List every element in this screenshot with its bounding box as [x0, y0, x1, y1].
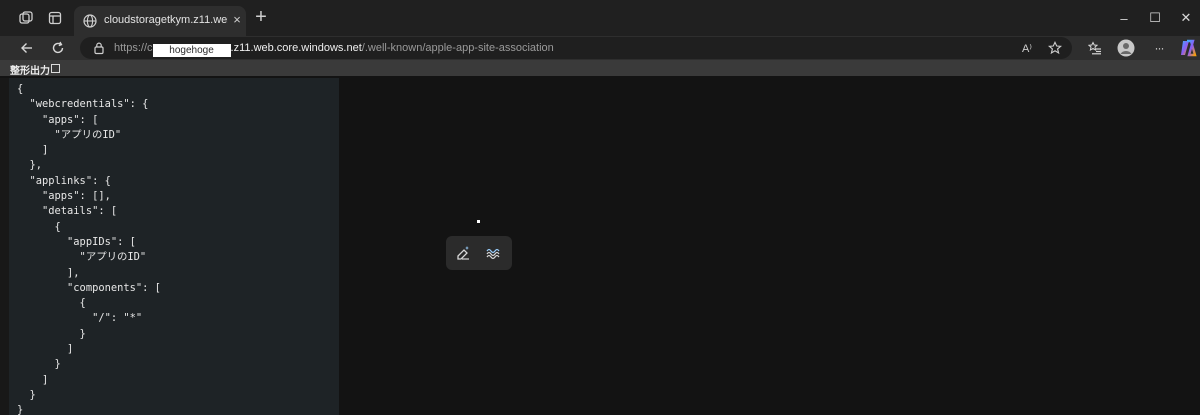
page-gutter: [0, 78, 9, 415]
pretty-print-bar: 整形出力: [0, 60, 1200, 77]
json-line: }: [17, 404, 24, 415]
active-tab[interactable]: cloudstoragetkym.z11.web.core.w ×: [74, 6, 246, 36]
visual-search-icon[interactable]: [484, 244, 502, 262]
json-line: {: [17, 297, 86, 310]
favorites-icon[interactable]: [1085, 38, 1105, 58]
lock-icon[interactable]: [92, 41, 106, 55]
json-line: "アプリのID": [17, 128, 122, 141]
new-tab-button[interactable]: +: [252, 7, 270, 27]
json-line: ]: [17, 373, 49, 386]
tab-close-button[interactable]: ×: [230, 12, 244, 28]
tab-title: cloudstoragetkym.z11.web.core.w: [104, 14, 228, 26]
cursor-marker: [477, 220, 480, 223]
pretty-print-checkbox[interactable]: [51, 64, 60, 73]
url-host: .z11.web.core.windows.net: [230, 42, 362, 54]
json-line: "webcredentials": {: [17, 98, 149, 111]
address-bar[interactable]: https://c hogehoge .z11.web.core.windows.n…: [80, 37, 1072, 59]
read-aloud-icon[interactable]: A⁾: [1018, 39, 1036, 57]
profile-icon[interactable]: [1116, 38, 1136, 58]
workspaces-icon[interactable]: [17, 9, 35, 27]
json-line: "apps": [: [17, 113, 99, 126]
navigation-bar: https://c hogehoge .z11.web.core.windows.n…: [0, 36, 1200, 60]
tab-actions-icon[interactable]: [46, 9, 64, 27]
pretty-print-label: 整形出力: [10, 66, 50, 77]
json-line: ],: [17, 266, 80, 279]
json-line: "components": [: [17, 281, 161, 294]
json-line: "applinks": {: [17, 174, 111, 187]
url-redacted: hogehoge: [152, 44, 231, 57]
url-path: /.well-known/apple-app-site-association: [361, 42, 554, 54]
copilot-icon[interactable]: [1178, 38, 1198, 58]
json-line: }: [17, 388, 36, 401]
json-line: },: [17, 159, 43, 172]
minimize-button[interactable]: –: [1114, 9, 1134, 27]
json-line: ]: [17, 144, 49, 157]
back-arrow-icon[interactable]: [17, 38, 37, 58]
json-line: }: [17, 327, 86, 340]
json-line: "apps": [],: [17, 190, 111, 203]
json-code: { "webcredentials": { "apps": [ "アプリのID"…: [17, 82, 161, 415]
more-icon[interactable]: ···: [1149, 38, 1169, 58]
json-line: }: [17, 358, 61, 371]
magic-eraser-icon[interactable]: [454, 244, 472, 262]
star-icon[interactable]: [1046, 39, 1064, 57]
maximize-button[interactable]: ☐: [1145, 9, 1165, 27]
tab-strip: cloudstoragetkym.z11.web.core.w × + – ☐ …: [0, 0, 1200, 36]
globe-icon: [82, 13, 98, 29]
json-line: "appIDs": [: [17, 235, 136, 248]
floating-toolbar: [446, 236, 512, 270]
window-close-button[interactable]: ✕: [1176, 9, 1196, 27]
json-viewer: { "webcredentials": { "apps": [ "アプリのID"…: [9, 78, 339, 415]
json-line: "/": "*": [17, 312, 143, 325]
refresh-icon[interactable]: [48, 38, 68, 58]
json-line: "アプリのID": [17, 251, 147, 264]
url-scheme: https://: [114, 42, 148, 54]
url-text[interactable]: https://c hogehoge .z11.web.core.windows.n…: [114, 42, 554, 57]
json-line: ]: [17, 343, 74, 356]
json-line: "details": [: [17, 205, 118, 218]
json-line: {: [17, 220, 61, 233]
json-line: {: [17, 83, 24, 95]
